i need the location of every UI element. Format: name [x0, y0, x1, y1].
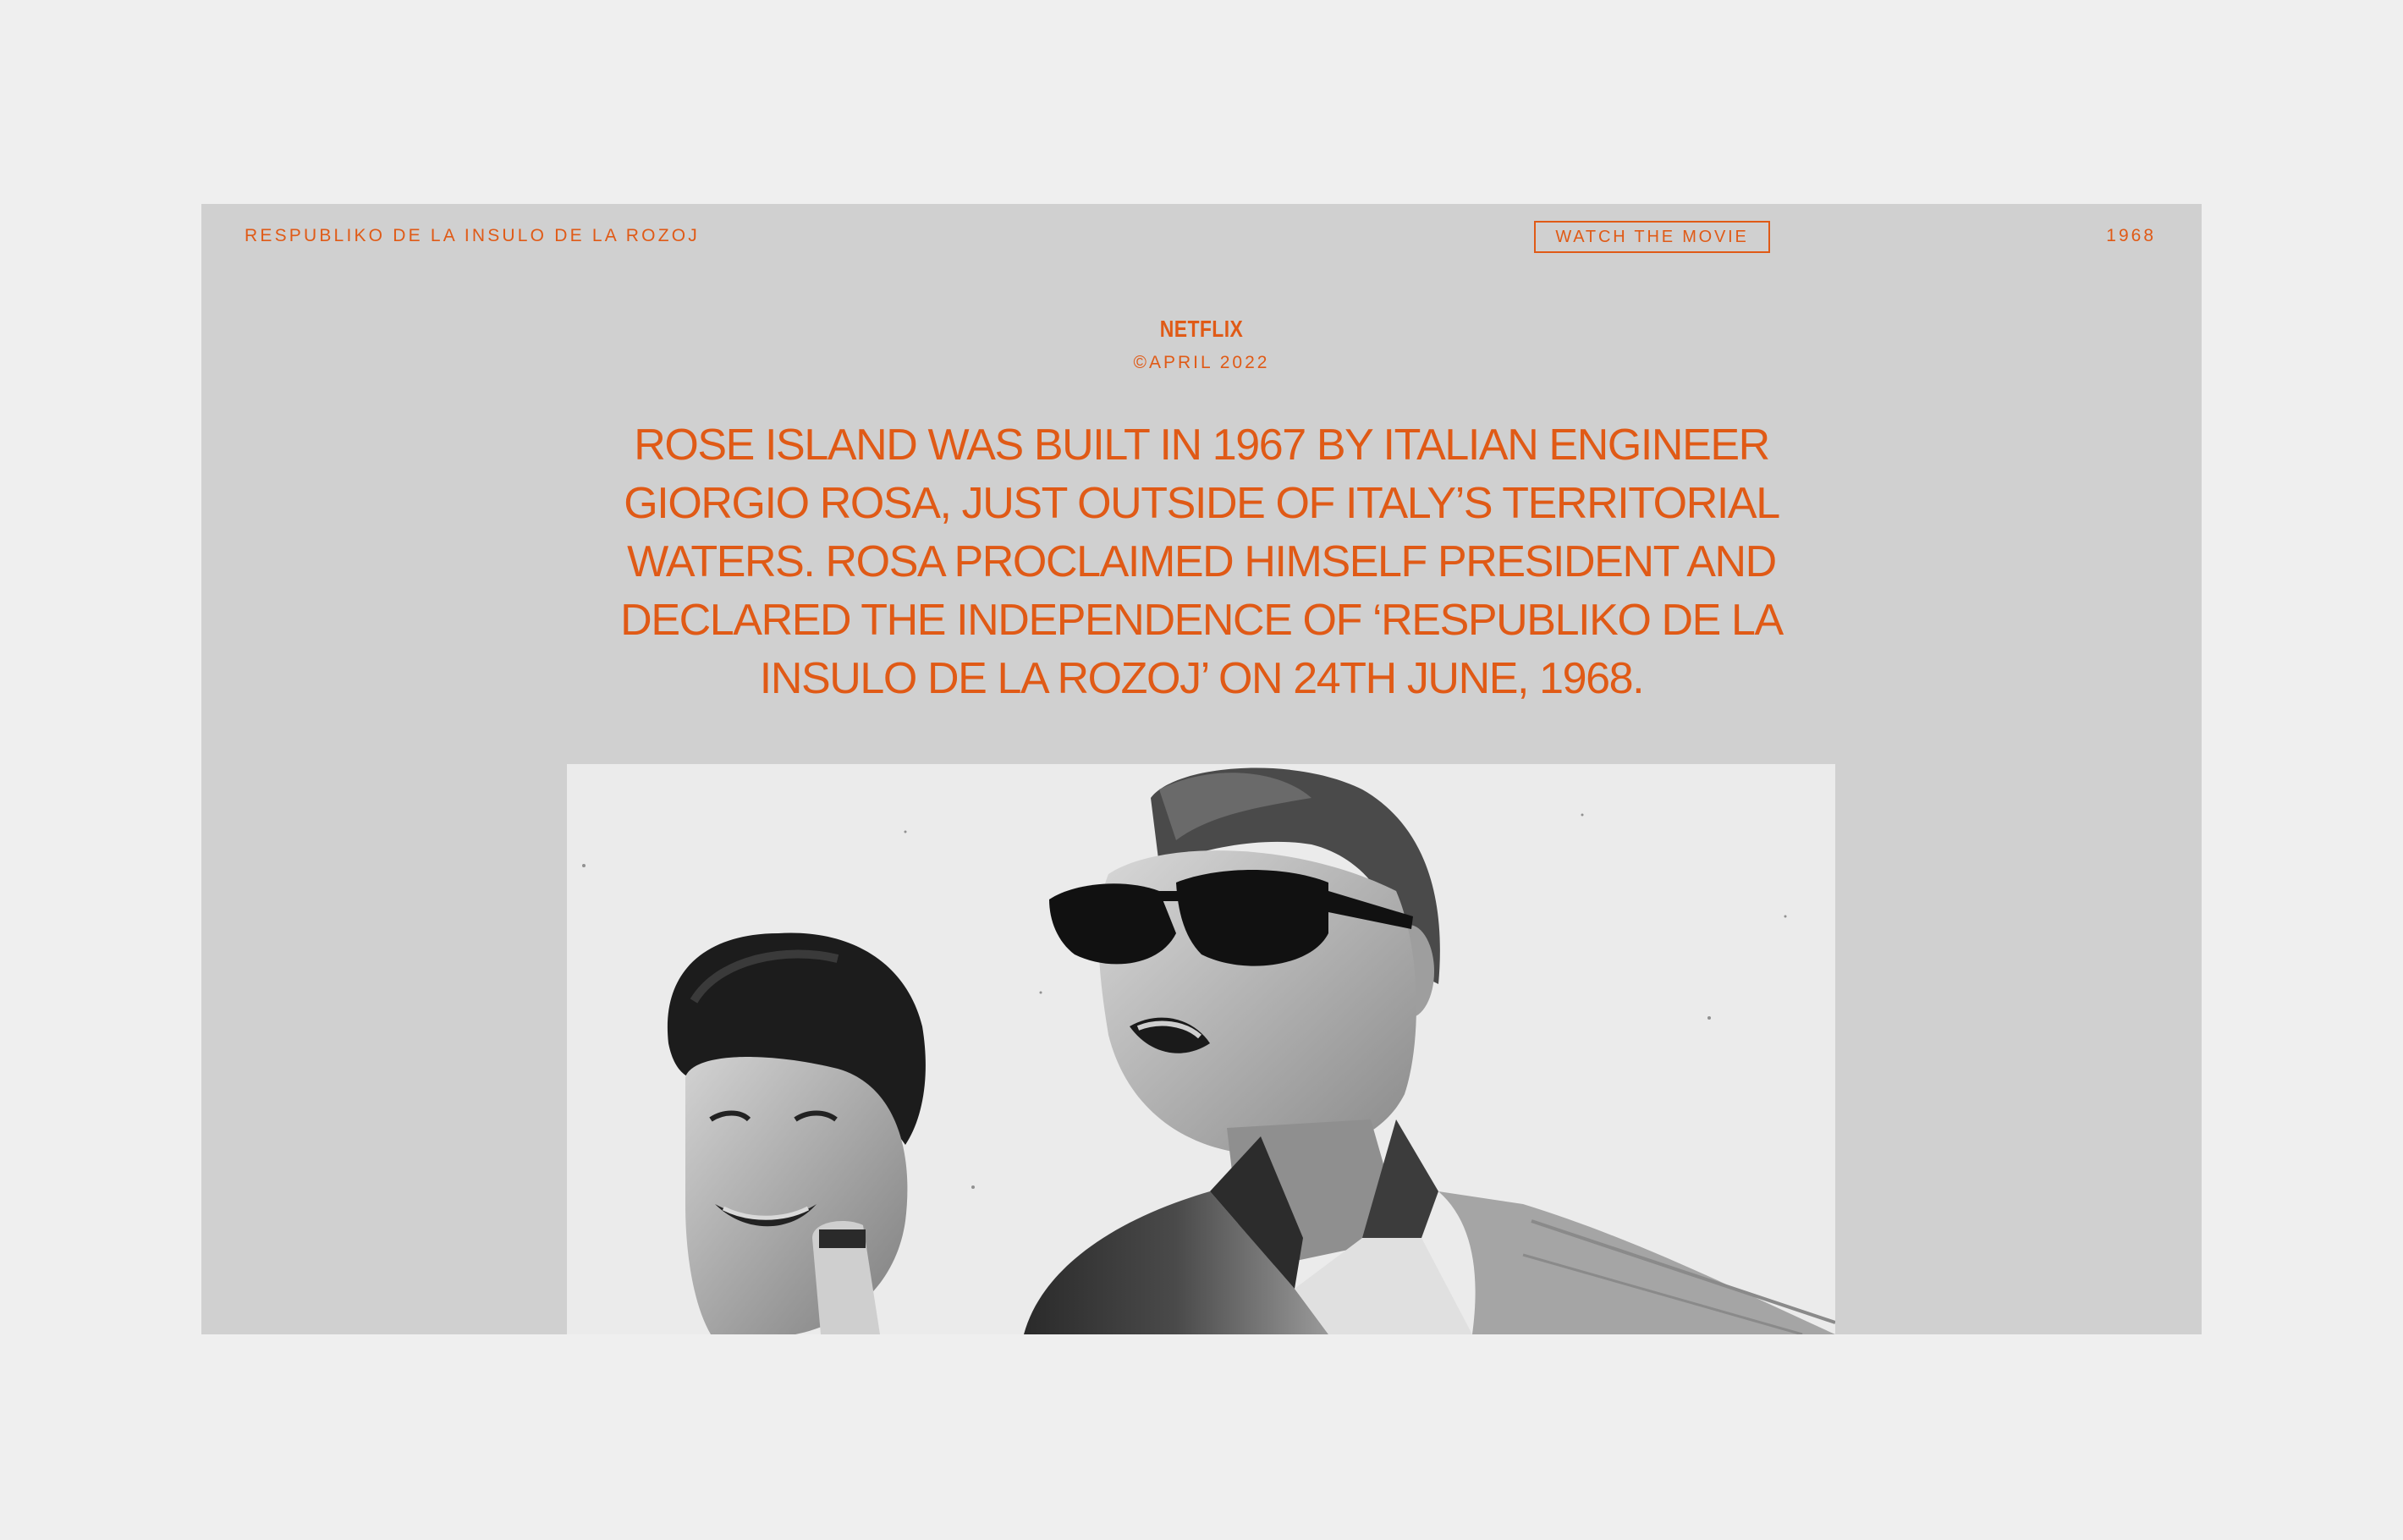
release-date: ©APRIL 2022	[1133, 353, 1270, 372]
hero-panel: RESPUBLIKO DE LA INSULO DE LA ROZOJ WATC…	[201, 204, 2202, 1334]
year-label: 1968	[2106, 226, 2156, 245]
netflix-logo: NETFLIX	[1159, 316, 1244, 342]
photo-illustration	[567, 764, 1835, 1334]
headline-text: ROSE ISLAND WAS BUILT IN 1967 BY ITALIAN…	[620, 421, 1784, 703]
watch-movie-button[interactable]: WATCH THE MOVIE	[1534, 221, 1770, 253]
hero-photo	[567, 764, 1835, 1334]
site-title[interactable]: RESPUBLIKO DE LA INSULO DE LA ROZOJ	[245, 226, 700, 246]
